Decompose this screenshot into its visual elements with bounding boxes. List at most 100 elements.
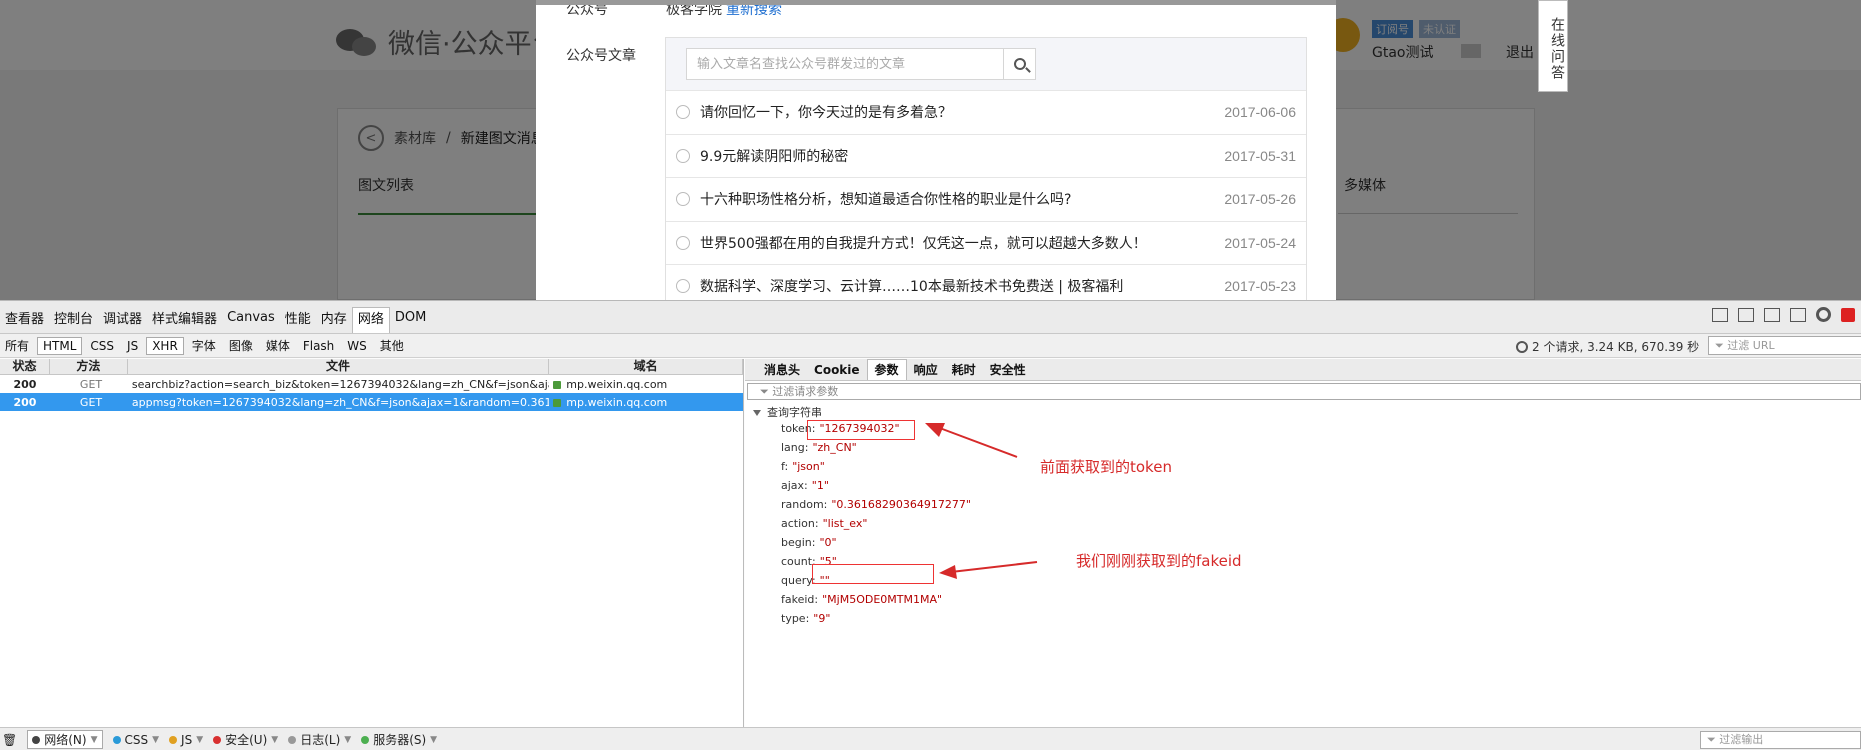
request-list: 状态 方法 文件 域名 200 GET searchbiz?action=sea…	[0, 359, 744, 727]
toggle-network[interactable]: 网络(N) ▼	[27, 730, 103, 749]
filter-images[interactable]: 图像	[224, 336, 258, 355]
col-status[interactable]: 状态	[0, 359, 50, 374]
filter-all[interactable]: 所有	[0, 336, 34, 355]
param-row: type: "9"	[781, 612, 971, 631]
col-file[interactable]: 文件	[128, 359, 550, 374]
lock-icon	[553, 398, 562, 407]
table-row[interactable]: 200 GET searchbiz?action=search_biz&toke…	[0, 375, 743, 393]
article-title: 请你回忆一下，你今天过的是有多着急？	[700, 105, 952, 122]
radio-button[interactable]	[676, 279, 690, 294]
param-filter-input[interactable]: ⏷ 过滤请求参数	[747, 383, 1861, 400]
tab-canvas[interactable]: Canvas	[222, 310, 280, 325]
network-dot-icon	[32, 735, 41, 744]
article-search	[686, 48, 1036, 80]
tab-console[interactable]: 控制台	[49, 308, 98, 327]
tab-inspector[interactable]: 查看器	[0, 308, 49, 327]
tab-performance[interactable]: 性能	[280, 308, 316, 327]
popout-icon[interactable]	[1790, 307, 1806, 322]
list-item[interactable]: 十六种职场性格分析，想知道最适合你性格的职业是什么吗? 2017-05-26	[666, 177, 1306, 221]
toggle-css[interactable]: CSS ▼	[112, 733, 159, 747]
online-qa-button[interactable]: 在线问答	[1538, 0, 1568, 92]
cell-method: GET	[79, 395, 103, 409]
cell-status: 200	[13, 377, 37, 391]
param-key: action:	[781, 517, 819, 530]
param-key: query:	[781, 574, 816, 587]
toggle-js-label: JS	[181, 732, 193, 747]
filter-other[interactable]: 其他	[375, 336, 409, 355]
clock-icon[interactable]	[1516, 340, 1528, 353]
devtools-toolbar: 查看器 控制台 调试器 样式编辑器 Canvas 性能 内存 网络 DOM	[0, 301, 1861, 334]
filter-xhr[interactable]: XHR	[146, 336, 184, 355]
account-name: 极客学院	[666, 2, 722, 18]
search-button[interactable]	[1003, 49, 1035, 79]
responsive-icon[interactable]	[1764, 307, 1780, 322]
col-method[interactable]: 方法	[50, 359, 128, 374]
tab-response[interactable]: 响应	[907, 360, 945, 380]
param-value: "zh_CN"	[812, 441, 857, 454]
article-date: 2017-05-31	[1224, 147, 1296, 164]
article-date: 2017-05-23	[1224, 278, 1296, 295]
lock-icon	[553, 380, 562, 389]
chevron-down-icon: ▼	[430, 734, 438, 745]
radio-button[interactable]	[676, 192, 690, 207]
param-value: "json"	[792, 460, 825, 473]
detail-tabs: 消息头 Cookie 参数 响应 耗时 安全性	[745, 359, 1861, 381]
list-item[interactable]: 数据科学、深度学习、云计算……10本最新技术书免费送 | 极客福利 2017-0…	[666, 264, 1306, 300]
filter-media[interactable]: 媒体	[261, 336, 295, 355]
gear-icon[interactable]	[1816, 307, 1831, 322]
filter-css[interactable]: CSS	[85, 338, 119, 354]
tab-style-editor[interactable]: 样式编辑器	[147, 308, 222, 327]
tab-network[interactable]: 网络	[351, 307, 390, 333]
tab-cookies[interactable]: Cookie	[807, 360, 867, 380]
article-date: 2017-06-06	[1224, 104, 1296, 121]
research-link[interactable]: 重新搜索	[726, 5, 782, 18]
output-filter-input[interactable]: ⏷ 过滤输出	[1700, 731, 1861, 749]
article-date: 2017-05-26	[1224, 191, 1296, 208]
param-row: ajax: "1"	[781, 479, 971, 498]
list-item[interactable]: 世界500强都在用的自我提升方式！仅凭这一点，就可以超越大多数人！ 2017-0…	[666, 220, 1306, 264]
security-dot-icon	[213, 735, 222, 744]
filter-fonts[interactable]: 字体	[187, 336, 221, 355]
table-row-selected[interactable]: 200 GET appmsg?token=1267394032&lang=zh_…	[0, 393, 743, 411]
tab-timings[interactable]: 耗时	[945, 360, 983, 380]
expand-triangle-icon[interactable]	[753, 410, 761, 416]
param-value: "list_ex"	[822, 517, 868, 530]
radio-button[interactable]	[676, 148, 690, 163]
param-row: f: "json"	[781, 460, 971, 479]
url-filter-input[interactable]: ⏷ 过滤 URL	[1708, 336, 1861, 355]
tab-params[interactable]: 参数	[866, 359, 907, 380]
token-annotation: 前面获取到的token	[1040, 458, 1172, 476]
close-icon[interactable]	[1841, 307, 1855, 322]
tab-security[interactable]: 安全性	[983, 360, 1033, 380]
fakeid-highlight-box	[812, 564, 934, 584]
tab-dom[interactable]: DOM	[390, 310, 431, 325]
filter-flash[interactable]: Flash	[298, 338, 339, 354]
toggle-logging[interactable]: 日志(L) ▼	[288, 731, 351, 748]
filter-html[interactable]: HTML	[37, 336, 83, 355]
article-title: 世界500强都在用的自我提升方式！仅凭这一点，就可以超越大多数人！	[700, 235, 1147, 252]
dock-icon[interactable]	[1712, 307, 1728, 322]
tab-memory[interactable]: 内存	[316, 308, 352, 327]
toggle-security[interactable]: 安全(U) ▼	[213, 731, 278, 748]
filter-ws[interactable]: WS	[342, 338, 371, 354]
article-search-input[interactable]	[687, 49, 1003, 79]
col-domain[interactable]: 域名	[549, 359, 743, 374]
radio-button[interactable]	[676, 105, 690, 120]
request-summary: 2 个请求, 3.24 KB, 670.39 秒	[1516, 338, 1699, 355]
toggle-server[interactable]: 服务器(S) ▼	[361, 731, 437, 748]
param-row: fakeid: "MjM5ODE0MTM1MA"	[781, 593, 971, 612]
toggle-js[interactable]: JS ▼	[169, 733, 203, 747]
trash-icon[interactable]: 🗑	[2, 733, 17, 747]
tab-headers[interactable]: 消息头	[757, 360, 807, 380]
radio-button[interactable]	[676, 235, 690, 250]
output-filter-placeholder: 过滤输出	[1719, 733, 1764, 746]
split-console-icon[interactable]	[1738, 307, 1754, 322]
tab-debugger[interactable]: 调试器	[98, 308, 147, 327]
js-dot-icon	[169, 735, 178, 744]
query-string-section[interactable]: 查询字符串	[753, 404, 1861, 420]
request-details: 消息头 Cookie 参数 响应 耗时 安全性 ⏷ 过滤请求参数 查询字符串 t…	[745, 359, 1861, 727]
filter-js[interactable]: JS	[122, 338, 143, 354]
list-item[interactable]: 9.9元解读阴阳师的秘密 2017-05-31	[666, 133, 1306, 177]
list-item[interactable]: 请你回忆一下，你今天过的是有多着急？ 2017-06-06	[666, 90, 1306, 134]
article-date: 2017-05-24	[1224, 234, 1296, 251]
